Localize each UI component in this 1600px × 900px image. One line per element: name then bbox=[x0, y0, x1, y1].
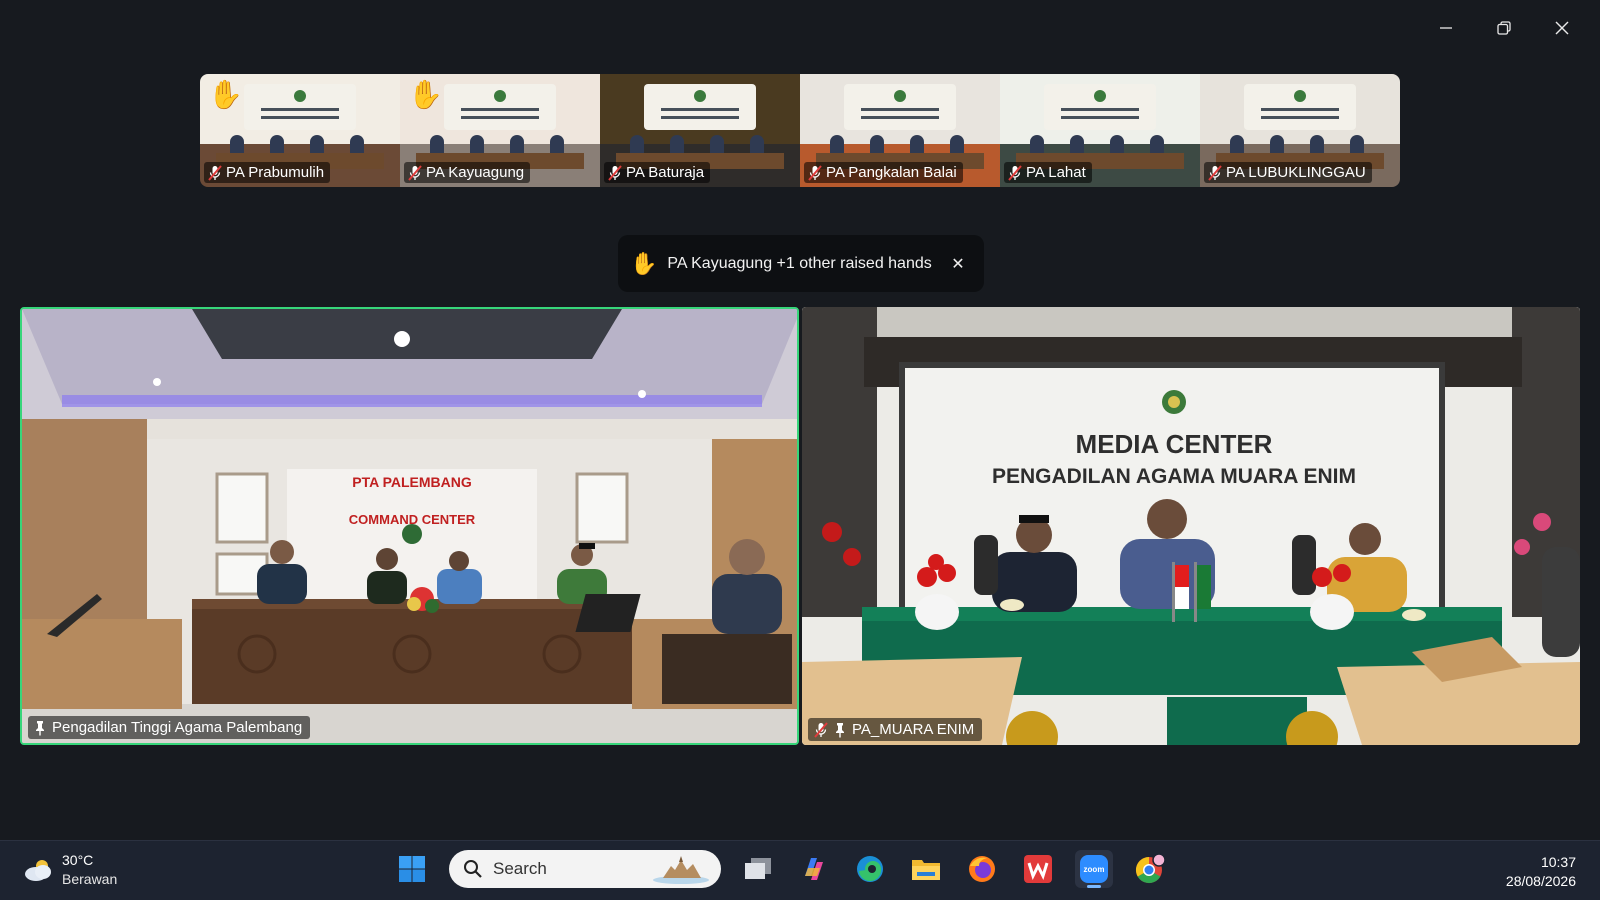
system-clock[interactable]: 10:37 28/08/2026 bbox=[1506, 853, 1576, 891]
copilot-icon bbox=[805, 858, 823, 880]
taskbar: 30°C Berawan Search zoom 10:37 28/08/202… bbox=[0, 840, 1600, 900]
weather-condition: Berawan bbox=[62, 871, 118, 887]
banner-title: MEDIA CENTER bbox=[1076, 429, 1273, 459]
close-icon bbox=[1555, 21, 1569, 35]
weather-widget[interactable]: 30°C Berawan bbox=[22, 851, 117, 889]
task-view-button[interactable] bbox=[739, 850, 777, 888]
toast-close-button[interactable]: ✕ bbox=[948, 254, 968, 274]
participant-name: PA Baturaja bbox=[626, 164, 705, 181]
room-banner bbox=[644, 84, 756, 130]
participant-thumbnail-strip: ✋ PA Prabumulih ✋ PA Kayuagung PA Baturaja PA… bbox=[200, 74, 1400, 187]
minimize-button[interactable] bbox=[1420, 10, 1472, 46]
firefox-icon bbox=[969, 856, 995, 882]
weather-temp: 30°C bbox=[62, 852, 94, 868]
participant-thumbnail[interactable]: ✋ PA Prabumulih bbox=[200, 74, 400, 187]
participant-thumbnail[interactable]: PA Lahat bbox=[1000, 74, 1200, 187]
thumbnail-label: PA Lahat bbox=[1004, 162, 1092, 183]
close-button[interactable] bbox=[1536, 10, 1588, 46]
mic-muted-icon bbox=[208, 164, 222, 181]
raised-hand-icon: ✋ bbox=[408, 79, 443, 110]
wall-sign-top: PTA PALEMBANG bbox=[352, 474, 472, 490]
room-banner bbox=[444, 84, 556, 130]
chrome-icon bbox=[1135, 853, 1166, 884]
wps-button[interactable] bbox=[1019, 850, 1057, 888]
edge-icon bbox=[857, 856, 883, 882]
firefox-button[interactable] bbox=[963, 850, 1001, 888]
pin-icon bbox=[834, 722, 846, 738]
mic-muted-icon bbox=[1008, 164, 1022, 181]
room-banner bbox=[1244, 84, 1356, 130]
participant-name: PA Prabumulih bbox=[226, 164, 325, 181]
banner-subtitle: PENGADILAN AGAMA MUARA ENIM bbox=[992, 465, 1356, 488]
thumbnail-label: PA Baturaja bbox=[604, 162, 711, 183]
chrome-button[interactable] bbox=[1131, 850, 1169, 888]
pin-icon bbox=[34, 720, 46, 736]
clock-date: 28/08/2026 bbox=[1505, 873, 1576, 889]
file-explorer-button[interactable] bbox=[907, 850, 945, 888]
thumbnail-label: PA LUBUKLINGGAU bbox=[1204, 162, 1372, 183]
participant-name: PA LUBUKLINGGAU bbox=[1226, 164, 1366, 181]
taskbar-apps: Search zoom bbox=[393, 850, 1169, 888]
toast-message: PA Kayuagung +1 other raised hands bbox=[667, 254, 932, 272]
zoom-button[interactable]: zoom bbox=[1075, 850, 1113, 888]
search-highlight-icon bbox=[649, 854, 711, 884]
clock-time: 10:37 bbox=[1540, 854, 1576, 870]
participant-thumbnail[interactable]: PA LUBUKLINGGAU bbox=[1200, 74, 1400, 187]
window-controls bbox=[1420, 10, 1588, 46]
mic-muted-icon bbox=[814, 721, 828, 738]
participant-thumbnail[interactable]: PA Baturaja bbox=[600, 74, 800, 187]
thumbnail-label: PA Prabumulih bbox=[204, 162, 331, 183]
mic-muted-icon bbox=[808, 164, 822, 181]
participant-name: PA Lahat bbox=[1026, 164, 1086, 181]
room-banner bbox=[844, 84, 956, 130]
mic-muted-icon bbox=[608, 164, 622, 181]
video-feed-pta-palembang: PTA PALEMBANG COMMAND CENTER bbox=[22, 309, 797, 743]
room-banner bbox=[1044, 84, 1156, 130]
restore-icon bbox=[1497, 21, 1511, 35]
participant-thumbnail[interactable]: PA Pangkalan Balai bbox=[800, 74, 1000, 187]
search-icon bbox=[464, 860, 482, 878]
video-feed-pa-muara-enim: MEDIA CENTER PENGADILAN AGAMA MUARA ENIM bbox=[802, 307, 1580, 745]
active-indicator bbox=[1087, 885, 1101, 888]
video-tile-pa-muara-enim[interactable]: MEDIA CENTER PENGADILAN AGAMA MUARA ENIM bbox=[802, 307, 1580, 745]
raised-hands-toast: ✋ PA Kayuagung +1 other raised hands ✕ bbox=[618, 235, 984, 292]
tile-label-pa-muara-enim: PA_MUARA ENIM bbox=[808, 718, 983, 741]
minimize-icon bbox=[1440, 27, 1452, 29]
cloud-icon bbox=[22, 857, 54, 883]
edge-button[interactable] bbox=[851, 850, 889, 888]
mic-muted-icon bbox=[408, 164, 422, 181]
taskbar-search[interactable]: Search bbox=[449, 850, 721, 888]
copilot-button[interactable] bbox=[795, 850, 833, 888]
participant-name: PA Kayuagung bbox=[426, 164, 525, 181]
windows-start-icon bbox=[399, 856, 425, 882]
participant-name: PA Pangkalan Balai bbox=[826, 164, 957, 181]
thumbnail-label: PA Pangkalan Balai bbox=[804, 162, 963, 183]
file-explorer-icon bbox=[912, 860, 940, 880]
wps-icon bbox=[1024, 855, 1052, 883]
windows-start-button[interactable] bbox=[393, 850, 431, 888]
zoom-icon: zoom bbox=[1080, 855, 1108, 883]
participant-thumbnail[interactable]: ✋ PA Kayuagung bbox=[400, 74, 600, 187]
raised-hand-icon: ✋ bbox=[630, 250, 658, 276]
thumbnail-label: PA Kayuagung bbox=[404, 162, 531, 183]
room-banner bbox=[244, 84, 356, 130]
restore-button[interactable] bbox=[1478, 10, 1530, 46]
tile-label-pta-palembang: Pengadilan Tinggi Agama Palembang bbox=[28, 716, 311, 739]
tile-label-text: Pengadilan Tinggi Agama Palembang bbox=[52, 719, 303, 736]
raised-hand-icon: ✋ bbox=[208, 79, 243, 110]
tile-label-text: PA_MUARA ENIM bbox=[852, 721, 975, 738]
search-placeholder: Search bbox=[493, 859, 547, 878]
video-tile-pta-palembang[interactable]: PTA PALEMBANG COMMAND CENTER Pengadilan … bbox=[20, 307, 799, 745]
task-view-icon bbox=[745, 858, 771, 879]
zoom-icon-text: zoom bbox=[1084, 865, 1105, 874]
mic-muted-icon bbox=[1208, 164, 1222, 181]
